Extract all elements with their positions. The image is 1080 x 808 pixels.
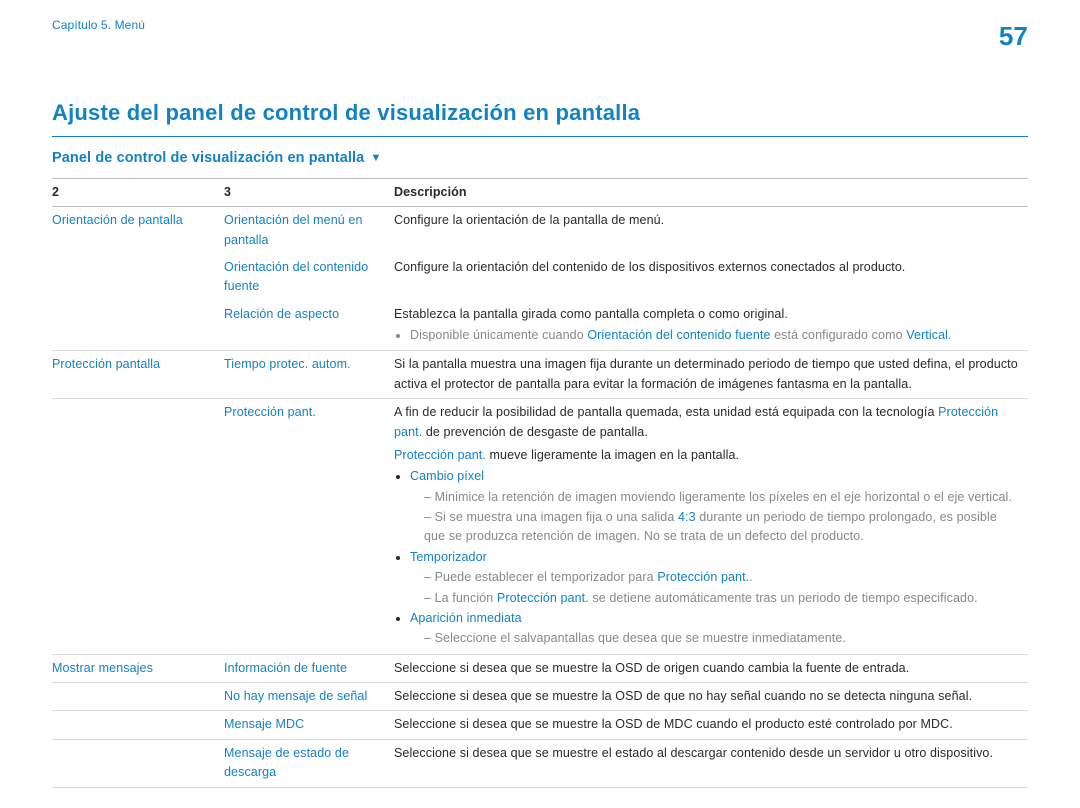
desc-text: Seleccione si desea que se muestre la OS… xyxy=(394,654,1028,682)
desc-text: Si la pantalla muestra una imagen fija d… xyxy=(394,351,1028,399)
menu-level2: Mensaje MDC xyxy=(224,717,304,731)
table-row: Protección pant. A fin de reducir la pos… xyxy=(52,399,1028,655)
page-title: Ajuste del panel de control de visualiza… xyxy=(52,96,1028,137)
table-row: Mensaje MDC Seleccione si desea que se m… xyxy=(52,711,1028,739)
sub-item: La función Protección pant. se detiene a… xyxy=(424,589,1020,608)
menu-level2: Protección pant. xyxy=(224,405,316,419)
note-text: Disponible únicamente cuando Orientación… xyxy=(410,326,1020,345)
desc-cell: A fin de reducir la posibilidad de panta… xyxy=(394,399,1028,655)
table-header-row: 2 3 Descripción xyxy=(52,178,1028,206)
menu-level2: No hay mensaje de señal xyxy=(224,689,367,703)
desc-text: Configure la orientación del contenido d… xyxy=(394,254,1028,301)
bullet-item: Cambio píxel Minimice la retención de im… xyxy=(410,467,1020,547)
menu-level2: Información de fuente xyxy=(224,661,347,675)
chapter-label: Capítulo 5. Menú xyxy=(52,16,145,35)
sub-item: Seleccione el salvapantallas que desea q… xyxy=(424,629,1020,648)
desc-text: Establezca la pantalla girada como panta… xyxy=(394,305,1020,324)
section-heading-text: Panel de control de visualización en pan… xyxy=(52,150,364,166)
sub-item: Puede establecer el temporizador para Pr… xyxy=(424,568,1020,587)
settings-table: 2 3 Descripción Orientación de pantalla … xyxy=(52,178,1028,788)
col-header-3: 3 xyxy=(224,178,394,206)
menu-level2: Tiempo protec. autom. xyxy=(224,357,351,371)
col-header-2: 2 xyxy=(52,178,224,206)
desc-text: Seleccione si desea que se muestre el es… xyxy=(394,739,1028,787)
desc-text: Configure la orientación de la pantalla … xyxy=(394,207,1028,254)
menu-level2: Relación de aspecto xyxy=(224,307,339,321)
table-row: Mostrar mensajes Información de fuente S… xyxy=(52,654,1028,682)
table-row: Mensaje de estado de descarga Seleccione… xyxy=(52,739,1028,787)
page-header-row: Capítulo 5. Menú 57 xyxy=(52,16,1028,56)
menu-level1: Mostrar mensajes xyxy=(52,661,153,675)
menu-level2: Orientación del menú en pantalla xyxy=(224,213,363,246)
bullet-item: Temporizador Puede establecer el tempori… xyxy=(410,548,1020,608)
page-number: 57 xyxy=(999,16,1028,56)
chevron-down-icon: ▼ xyxy=(370,150,381,167)
col-header-desc: Descripción xyxy=(394,178,1028,206)
sub-item: Minimice la retención de imagen moviendo… xyxy=(424,488,1020,507)
menu-level1: Orientación de pantalla xyxy=(52,213,183,227)
table-row: Orientación de pantalla Orientación del … xyxy=(52,207,1028,254)
desc-text: Seleccione si desea que se muestre la OS… xyxy=(394,683,1028,711)
desc-cell: Establezca la pantalla girada como panta… xyxy=(394,301,1028,351)
page: Capítulo 5. Menú 57 Ajuste del panel de … xyxy=(0,0,1080,808)
desc-text: Seleccione si desea que se muestre la OS… xyxy=(394,711,1028,739)
table-row: No hay mensaje de señal Seleccione si de… xyxy=(52,683,1028,711)
desc-para: A fin de reducir la posibilidad de panta… xyxy=(394,403,1020,442)
table-row: Relación de aspecto Establezca la pantal… xyxy=(52,301,1028,351)
section-heading: Panel de control de visualización en pan… xyxy=(52,147,1028,169)
bullet-item: Aparición inmediata Seleccione el salvap… xyxy=(410,609,1020,649)
desc-para: Protección pant. mueve ligeramente la im… xyxy=(394,446,1020,465)
menu-level2: Orientación del contenido fuente xyxy=(224,260,368,293)
table-row: Orientación del contenido fuente Configu… xyxy=(52,254,1028,301)
sub-item: Si se muestra una imagen fija o una sali… xyxy=(424,508,1020,547)
table-row: Protección pantalla Tiempo protec. autom… xyxy=(52,351,1028,399)
menu-level1: Protección pantalla xyxy=(52,357,160,371)
